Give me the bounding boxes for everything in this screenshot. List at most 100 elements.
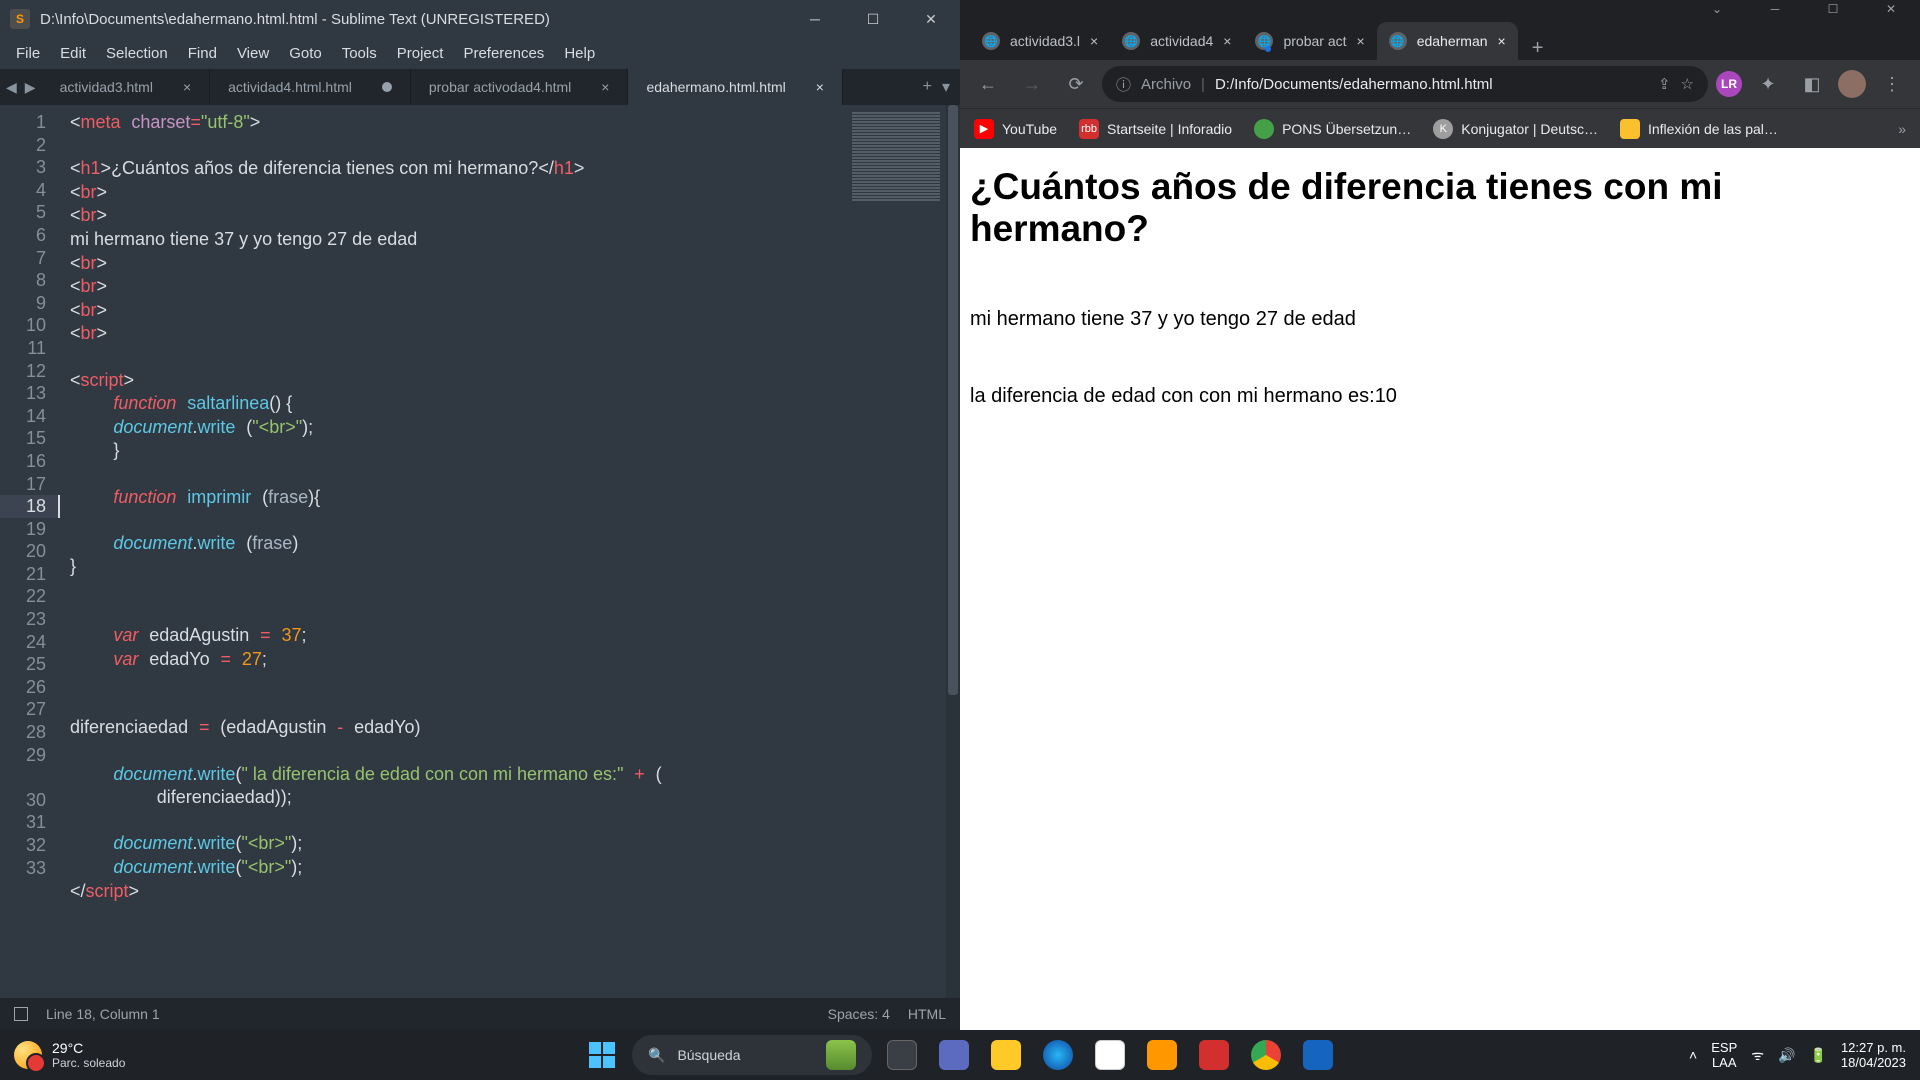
chrome-tab-active[interactable]: 🌐edaherman×	[1377, 22, 1518, 60]
status-lang[interactable]: HTML	[908, 1006, 946, 1022]
forward-button[interactable]: →	[1014, 66, 1050, 102]
taskbar-app[interactable]	[932, 1035, 976, 1075]
tab-close-icon[interactable]: ×	[816, 79, 824, 95]
sublime-titlebar[interactable]: S D:\Info\Documents\edahermano.html.html…	[0, 0, 960, 38]
chrome-tab[interactable]: 🌐probar act×	[1243, 22, 1376, 60]
chrome-tab[interactable]: 🌐actividad3.l×	[970, 22, 1110, 60]
bookmarks-overflow-icon[interactable]: »	[1898, 121, 1906, 137]
tab-label: edaherman	[1417, 33, 1488, 49]
sublime-tab-row: ◀ ▶ actividad3.html × actividad4.html.htm…	[0, 69, 960, 105]
bookmark-item[interactable]: rbbStartseite | Inforadio	[1079, 119, 1232, 139]
menu-view[interactable]: View	[227, 41, 279, 66]
taskbar-app-edge[interactable]	[1036, 1035, 1080, 1075]
line-gutter[interactable]: 1234567891011121314151617181920212223242…	[0, 105, 58, 998]
bookmark-label: Inflexión de las pal…	[1648, 121, 1778, 137]
favicon-globe-icon: 🌐	[1122, 32, 1140, 50]
tab-label: actividad3.html	[60, 79, 153, 95]
bookmarks-bar: ▶YouTube rbbStartseite | Inforadio PONS …	[960, 108, 1920, 148]
chrome-tab[interactable]: 🌐 actividad4 ×	[1110, 22, 1243, 60]
bookmark-item[interactable]: Inflexión de las pal…	[1620, 119, 1778, 139]
sidepanel-icon[interactable]: ◧	[1794, 66, 1830, 102]
maximize-button[interactable]: ☐	[844, 0, 902, 38]
task-view-button[interactable]	[880, 1035, 924, 1075]
taskbar-search[interactable]: 🔍 Búsqueda	[632, 1035, 872, 1075]
chrome-new-tab-button[interactable]: +	[1518, 37, 1558, 60]
code-area[interactable]: <meta charset="utf-8"> <h1>¿Cuántos años…	[58, 105, 960, 998]
rendered-page: ¿Cuántos años de diferencia tienes con m…	[960, 148, 1920, 1030]
sublime-tab[interactable]: actividad4.html.html	[210, 69, 411, 105]
tray-chevron-icon[interactable]: ˄	[1689, 1047, 1697, 1063]
menu-preferences[interactable]: Preferences	[453, 41, 554, 66]
editor-scrollbar[interactable]	[946, 105, 960, 998]
bookmark-item[interactable]: KKonjugator | Deutsc…	[1433, 119, 1598, 139]
sublime-tab[interactable]: actividad3.html ×	[42, 69, 211, 105]
tray-volume-icon[interactable]: 🔊	[1778, 1047, 1795, 1064]
tray-clock[interactable]: 12:27 p. m. 18/04/2023	[1841, 1040, 1906, 1070]
reload-button[interactable]: ⟳	[1058, 66, 1094, 102]
page-heading: ¿Cuántos años de diferencia tienes con m…	[970, 166, 1910, 250]
taskbar-app[interactable]	[1088, 1035, 1132, 1075]
profile-avatar[interactable]	[1838, 70, 1866, 98]
sublime-tab[interactable]: probar activodad4.html ×	[411, 69, 629, 105]
chrome-minimize-button[interactable]: ─	[1746, 0, 1804, 18]
bookmark-label: PONS Übersetzun…	[1282, 121, 1411, 137]
chrome-restore-down-icon[interactable]: ⌄	[1688, 0, 1746, 18]
tab-close-icon[interactable]: ×	[601, 79, 609, 95]
menu-help[interactable]: Help	[554, 41, 605, 66]
tab-close-icon[interactable]: ×	[1357, 33, 1365, 49]
taskbar-app-acrobat[interactable]	[1192, 1035, 1236, 1075]
tray-wifi-icon[interactable]: ᯤ	[1751, 1046, 1764, 1065]
tab-label: probar activodad4.html	[429, 79, 571, 95]
profile-badge[interactable]: LR	[1716, 71, 1742, 97]
tab-nav-next-icon[interactable]: ▶	[25, 79, 36, 96]
status-spaces[interactable]: Spaces: 4	[828, 1006, 890, 1022]
extensions-icon[interactable]: ✦	[1750, 66, 1786, 102]
status-position[interactable]: Line 18, Column 1	[46, 1006, 160, 1022]
menu-tools[interactable]: Tools	[332, 41, 387, 66]
menu-selection[interactable]: Selection	[96, 41, 178, 66]
favicon-globe-icon: 🌐	[982, 32, 1000, 50]
tab-label: actividad4	[1150, 33, 1213, 49]
tab-close-icon[interactable]: ×	[1498, 33, 1506, 49]
taskbar-app-chrome[interactable]	[1244, 1035, 1288, 1075]
share-icon[interactable]: ⇪	[1658, 75, 1671, 93]
tab-close-icon[interactable]: ×	[183, 79, 191, 95]
tab-overflow-icon[interactable]: ▾	[942, 77, 950, 97]
menu-goto[interactable]: Goto	[279, 41, 332, 66]
bookmark-favicon	[1254, 119, 1274, 139]
new-tab-icon[interactable]: +	[923, 78, 932, 96]
search-icon: 🔍	[648, 1047, 665, 1064]
tab-label: edahermano.html.html	[646, 79, 785, 95]
minimap[interactable]	[846, 111, 946, 291]
sublime-tab-active[interactable]: edahermano.html.html ×	[628, 69, 842, 105]
menu-edit[interactable]: Edit	[50, 41, 96, 66]
chrome-menu-icon[interactable]: ⋮	[1874, 66, 1910, 102]
panel-toggle-icon[interactable]	[14, 1007, 28, 1021]
start-button[interactable]	[580, 1035, 624, 1075]
back-button[interactable]: ←	[970, 66, 1006, 102]
bookmark-item[interactable]: PONS Übersetzun…	[1254, 119, 1411, 139]
tab-close-icon[interactable]: ×	[1090, 33, 1098, 49]
menu-find[interactable]: Find	[178, 41, 227, 66]
tab-label: actividad4.html.html	[228, 79, 352, 95]
tab-close-icon[interactable]: ×	[1223, 33, 1231, 49]
bookmark-label: YouTube	[1002, 121, 1057, 137]
tab-nav-prev-icon[interactable]: ◀	[6, 79, 17, 96]
taskbar-app-explorer[interactable]	[984, 1035, 1028, 1075]
taskbar-app-word[interactable]	[1296, 1035, 1340, 1075]
tray-battery-icon[interactable]: 🔋	[1809, 1047, 1826, 1064]
chrome-close-button[interactable]: ✕	[1862, 0, 1920, 18]
bookmark-star-icon[interactable]: ☆	[1681, 75, 1694, 93]
menu-file[interactable]: File	[6, 41, 50, 66]
site-info-icon[interactable]: ⓘ	[1116, 74, 1131, 95]
taskbar-app-sublime[interactable]	[1140, 1035, 1184, 1075]
bookmark-item[interactable]: ▶YouTube	[974, 119, 1057, 139]
scrollbar-thumb[interactable]	[948, 105, 958, 695]
omnibox[interactable]: ⓘ Archivo | D:/Info/Documents/edahermano…	[1102, 66, 1708, 102]
close-button[interactable]: ✕	[902, 0, 960, 38]
taskbar-weather[interactable]: 29°C Parc. soleado	[0, 1040, 139, 1070]
tray-language[interactable]: ESP LAA	[1711, 1040, 1737, 1070]
minimize-button[interactable]: ─	[786, 0, 844, 38]
chrome-maximize-button[interactable]: ☐	[1804, 0, 1862, 18]
menu-project[interactable]: Project	[387, 41, 454, 66]
